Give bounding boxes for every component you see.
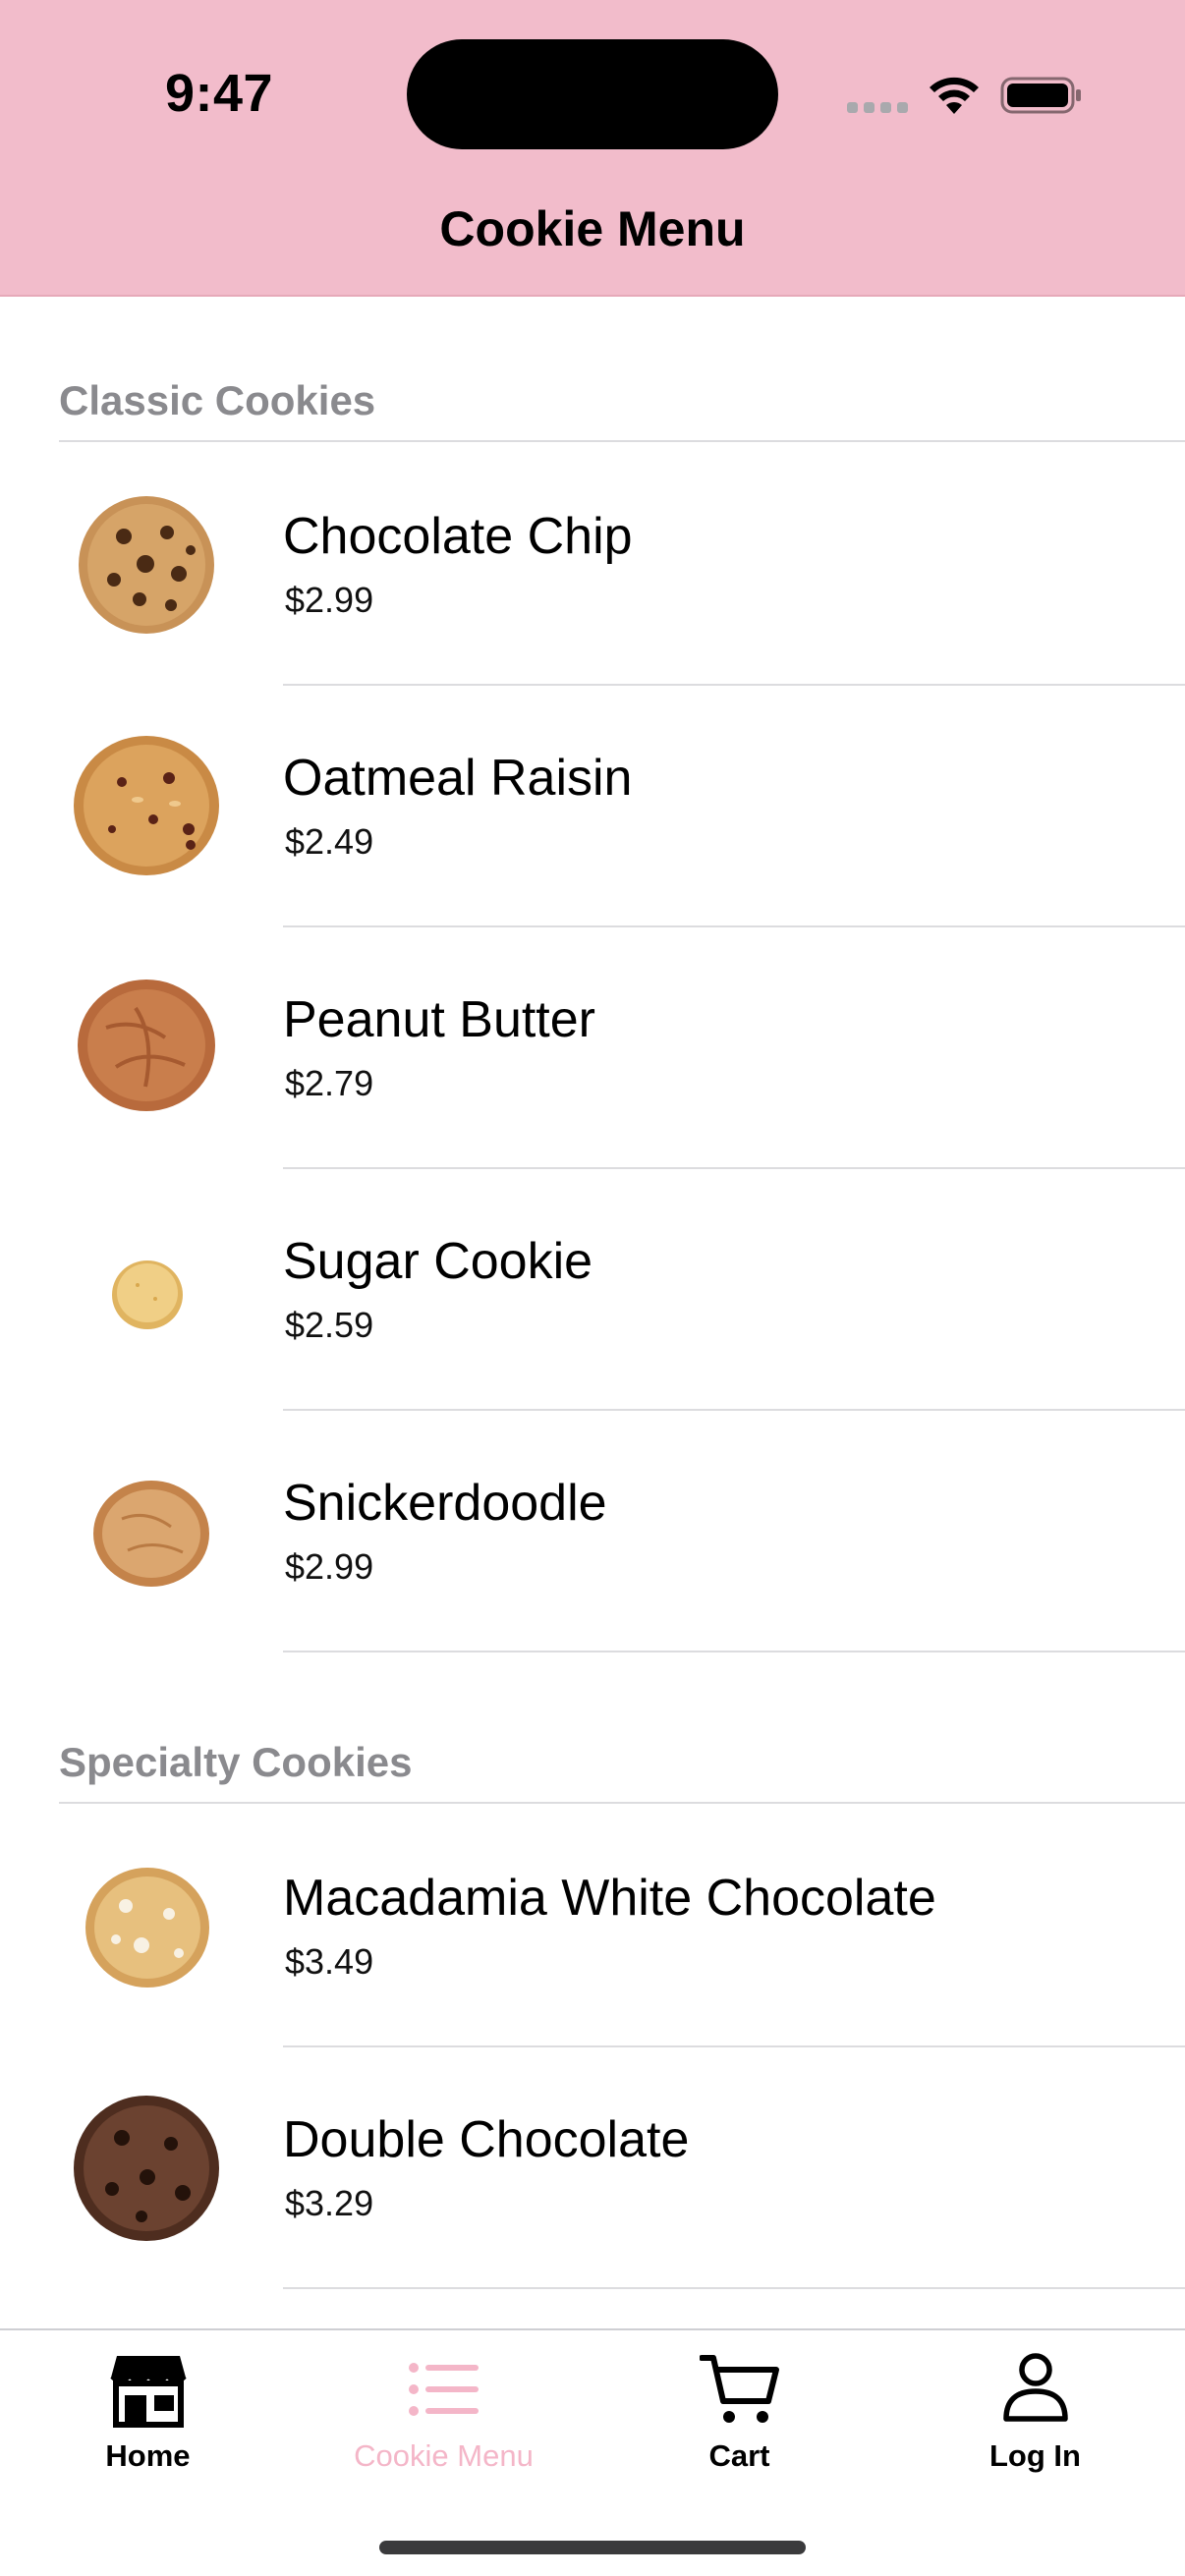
tab-cart[interactable]: Cart: [592, 2330, 887, 2488]
menu-item-peanut-butter[interactable]: Peanut Butter $2.79: [0, 927, 1185, 1169]
wifi-icon: [930, 77, 979, 114]
menu-item-snickerdoodle[interactable]: Snickerdoodle $2.99: [0, 1411, 1185, 1652]
double-chocolate-cookie-image: [74, 2096, 219, 2241]
list-icon: [408, 2363, 479, 2416]
tab-log-in[interactable]: Log In: [887, 2330, 1183, 2488]
item-price: $3.29: [285, 2183, 374, 2223]
cart-icon: [699, 2355, 779, 2423]
chocolate-chip-cookie-image: [79, 496, 214, 634]
menu-item-oatmeal-raisin[interactable]: Oatmeal Raisin $2.49: [0, 686, 1185, 927]
person-icon: [1002, 2353, 1068, 2422]
tab-cookie-menu[interactable]: Cookie Menu: [296, 2330, 592, 2488]
tab-label: Home: [105, 2438, 191, 2473]
item-price: $3.49: [285, 1941, 374, 1982]
item-name: Double Chocolate: [283, 2111, 690, 2168]
home-indicator[interactable]: [379, 2541, 806, 2554]
tab-label: Cookie Menu: [354, 2438, 534, 2473]
navigation-header: 9:47 Cookie Menu: [0, 0, 1185, 297]
oatmeal-raisin-cookie-image: [74, 736, 219, 875]
storefront-icon: [109, 2356, 187, 2428]
menu-item-sugar-cookie[interactable]: Sugar Cookie $2.59: [0, 1169, 1185, 1411]
sugar-cookie-image: [112, 1260, 183, 1329]
cellular-signal-icon: [847, 102, 908, 114]
tab-label: Log In: [989, 2438, 1081, 2473]
dynamic-island: [407, 39, 778, 149]
item-price: $2.79: [285, 1063, 374, 1103]
item-name: Oatmeal Raisin: [283, 750, 633, 807]
item-name: Peanut Butter: [283, 991, 595, 1048]
tab-home[interactable]: Home: [0, 2330, 296, 2488]
section-header-classic: Classic Cookies: [59, 377, 1185, 442]
battery-icon: [1000, 77, 1081, 114]
row-separator: [283, 2287, 1185, 2289]
item-name: Chocolate Chip: [283, 508, 633, 565]
macadamia-cookie-image: [85, 1868, 209, 1988]
menu-item-macadamia-white-chocolate[interactable]: Macadamia White Chocolate $3.49: [0, 1806, 1185, 2047]
item-price: $2.49: [285, 821, 374, 862]
app-screen: 9:47 Cookie Menu Classic Cookies Chocola…: [0, 0, 1185, 2576]
item-name: Sugar Cookie: [283, 1233, 593, 1290]
page-title: Cookie Menu: [439, 201, 746, 256]
item-name: Snickerdoodle: [283, 1475, 607, 1532]
snickerdoodle-cookie-image: [93, 1481, 209, 1587]
tab-bar: Home Cookie Menu Cart Log In: [0, 2328, 1185, 2576]
row-separator: [283, 1651, 1185, 1652]
section-header-specialty: Specialty Cookies: [59, 1739, 1185, 1804]
item-price: $2.99: [285, 1546, 374, 1587]
item-price: $2.59: [285, 1305, 374, 1345]
menu-item-double-chocolate[interactable]: Double Chocolate $3.29: [0, 2047, 1185, 2289]
menu-item-chocolate-chip[interactable]: Chocolate Chip $2.99: [0, 444, 1185, 686]
peanut-butter-cookie-image: [78, 980, 215, 1111]
item-price: $2.99: [285, 580, 374, 620]
item-name: Macadamia White Chocolate: [283, 1870, 936, 1927]
tab-label: Cart: [708, 2438, 770, 2473]
status-time: 9:47: [165, 64, 274, 123]
